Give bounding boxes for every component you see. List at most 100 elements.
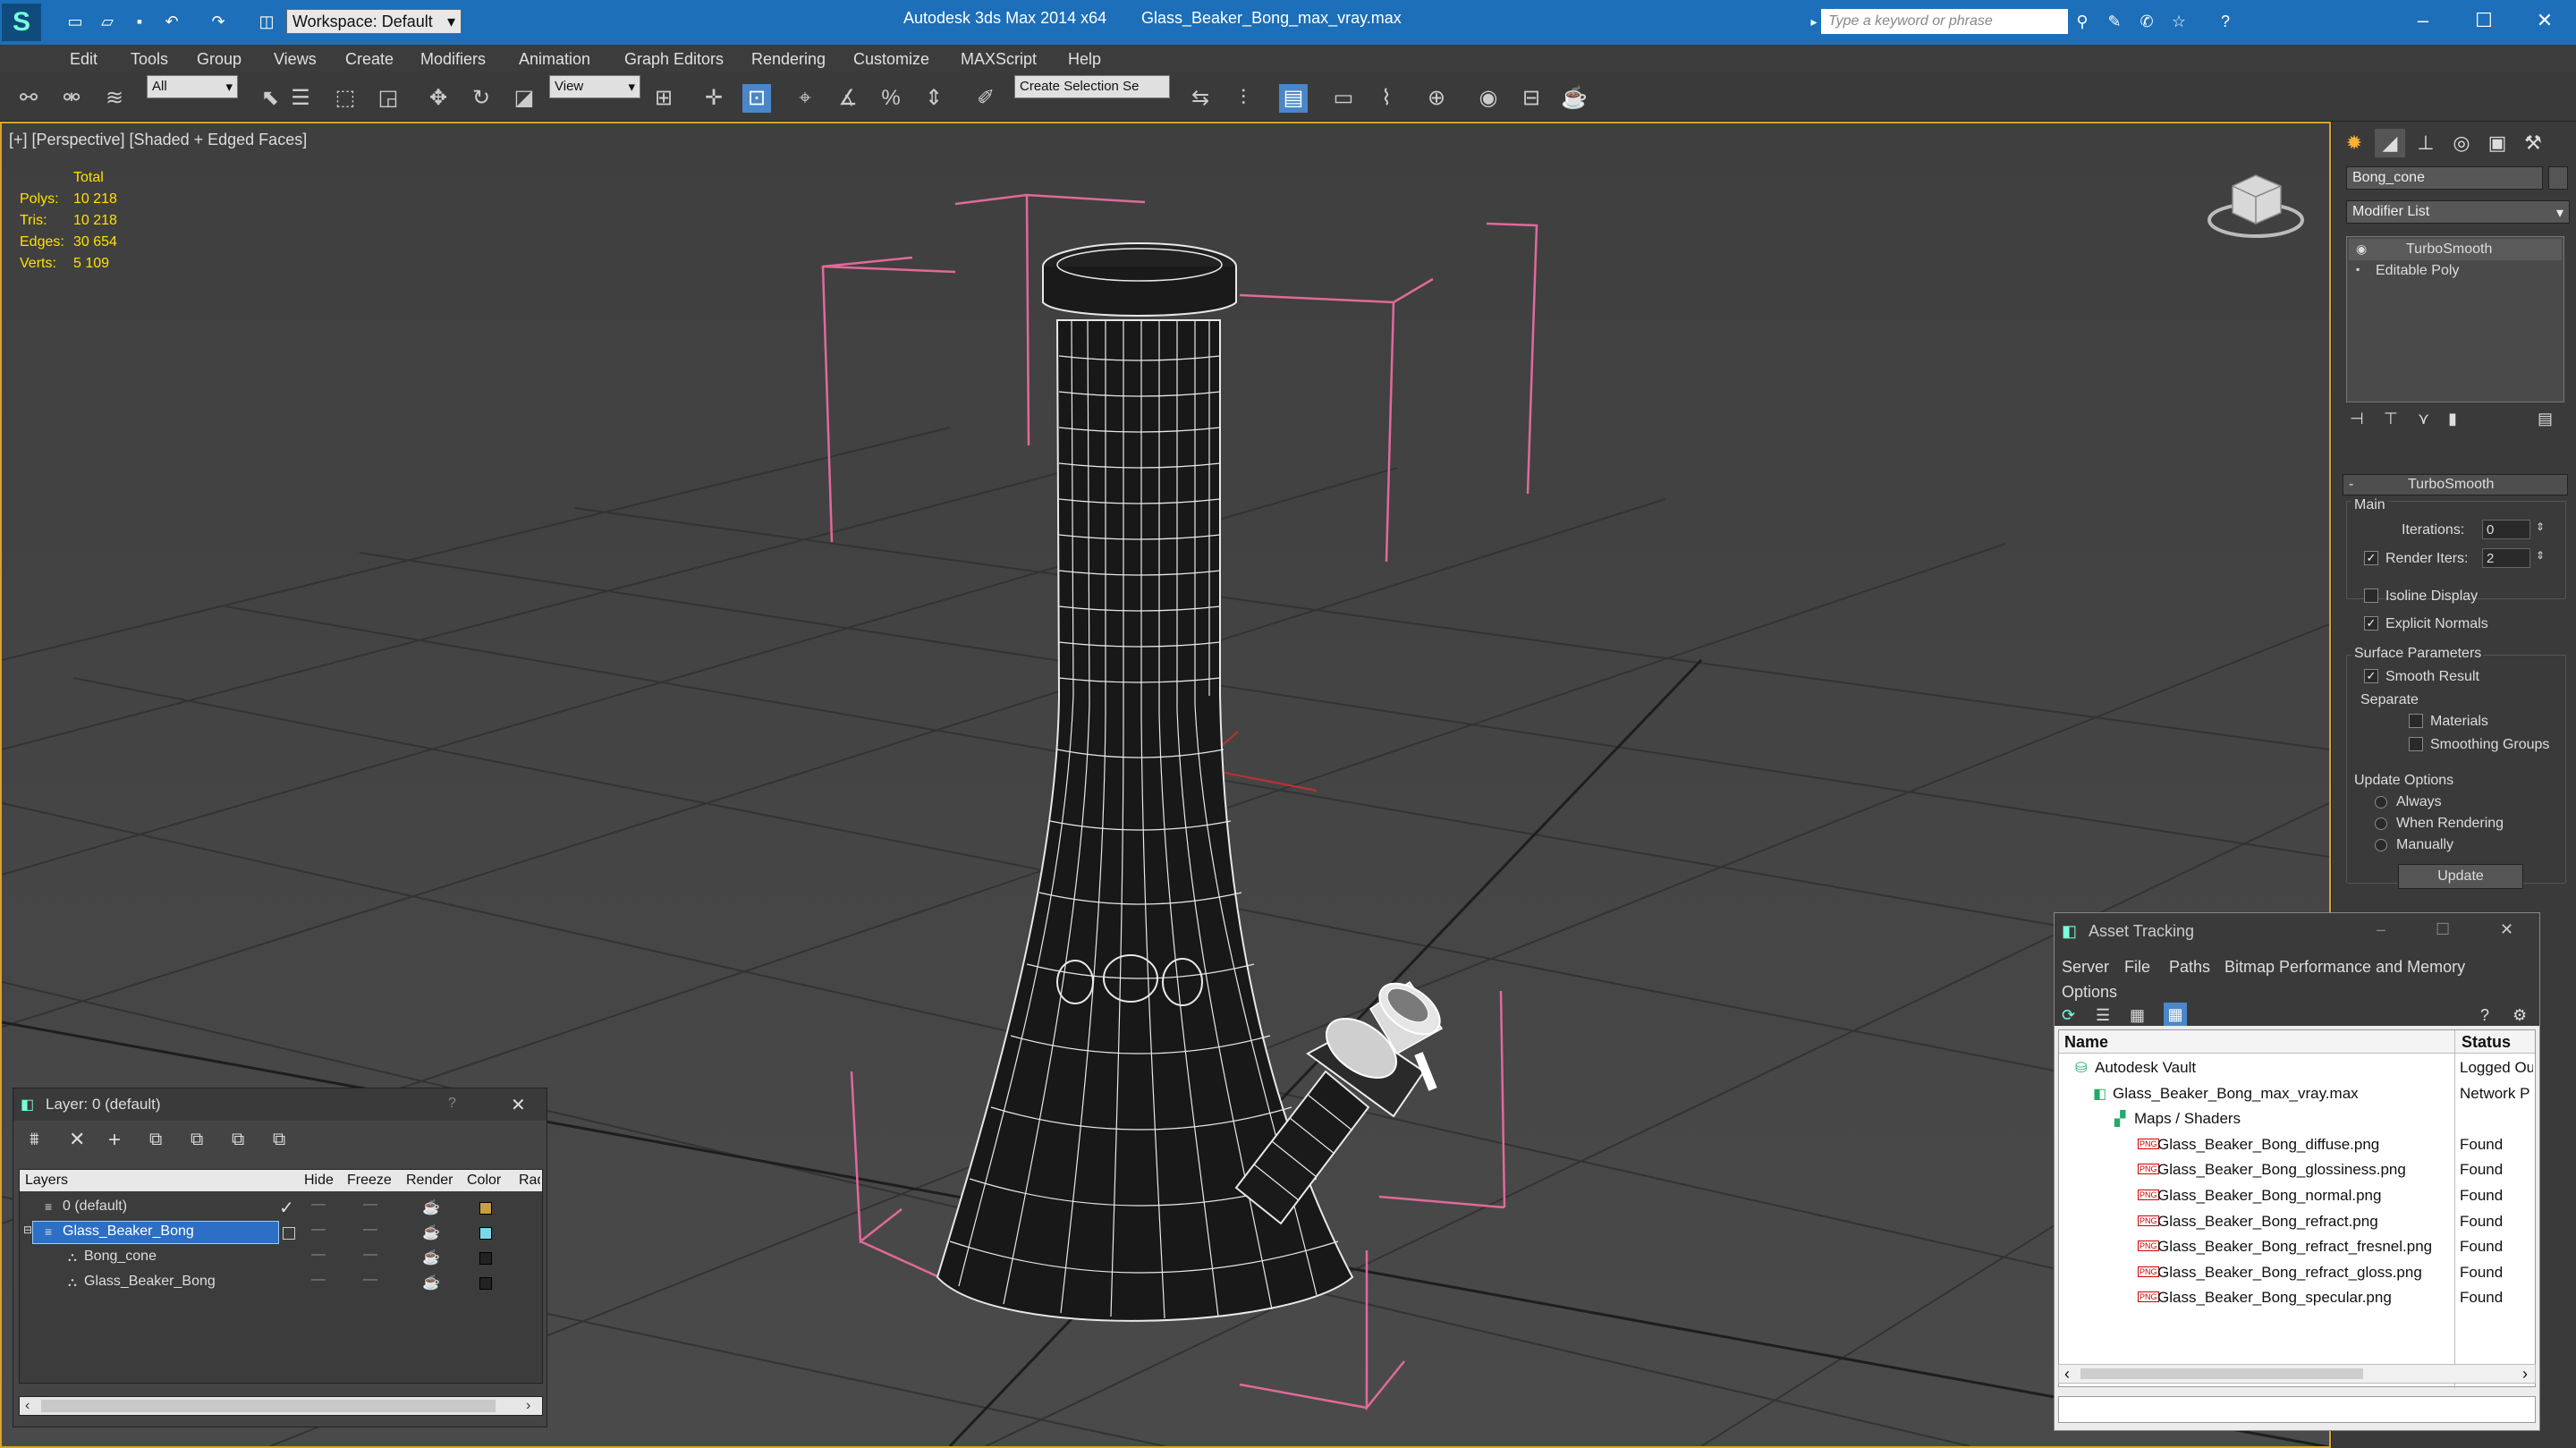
freeze-toggle[interactable]: — xyxy=(363,1247,377,1263)
configure-modifier-sets-icon[interactable]: ▤ xyxy=(2538,410,2553,428)
bind-space-warp-icon[interactable]: ≋ xyxy=(100,84,129,113)
hide-toggle[interactable]: — xyxy=(311,1222,326,1238)
active-layer-box[interactable] xyxy=(283,1227,295,1240)
scroll-left-icon[interactable]: ‹ xyxy=(2064,1365,2070,1384)
show-end-result-icon[interactable]: ⊤ xyxy=(2384,410,2398,428)
refresh-icon[interactable]: ⟳ xyxy=(2062,1006,2075,1025)
workspace-dropdown[interactable]: Workspace: Default ▾ xyxy=(286,9,462,34)
render-icon[interactable]: ☕ xyxy=(1560,84,1589,113)
keyboard-shortcut-override-icon[interactable]: ⊡ xyxy=(742,84,771,113)
teapot-icon[interactable]: ☕ xyxy=(422,1274,440,1291)
layer-color-swatch[interactable] xyxy=(479,1252,492,1265)
column-header-hide[interactable]: Hide xyxy=(304,1173,334,1189)
column-header-status[interactable]: Status xyxy=(2462,1033,2511,1052)
asset-row[interactable]: ◧ Glass_Beaker_Bong_max_vray.max Network P xyxy=(2059,1081,2535,1106)
undo-icon[interactable]: ↶ xyxy=(161,11,182,32)
asset-row[interactable]: PNG Glass_Beaker_Bong_refract_gloss.png Fo… xyxy=(2059,1260,2535,1285)
menu-edit[interactable]: Edit xyxy=(70,50,97,69)
detail-view-icon[interactable]: ▦ xyxy=(2130,1006,2145,1025)
scroll-right-icon[interactable]: › xyxy=(526,1398,530,1414)
turbosmooth-rollout-header[interactable]: - TurboSmooth xyxy=(2343,474,2568,495)
rectangular-selection-icon[interactable]: ⬚ xyxy=(331,84,360,113)
render-iters-spinner[interactable]: 2 xyxy=(2482,548,2530,568)
minimize-icon[interactable]: – xyxy=(2410,7,2436,34)
motion-tab-icon[interactable]: ◎ xyxy=(2446,129,2477,157)
hide-toggle[interactable]: — xyxy=(311,1197,326,1213)
when-rendering-radio[interactable] xyxy=(2375,817,2387,830)
window-crossing-icon[interactable]: ◲ xyxy=(374,84,402,113)
column-header-render[interactable]: Render xyxy=(406,1173,453,1189)
active-layer-check-icon[interactable]: ✓ xyxy=(279,1197,294,1219)
menu-rendering[interactable]: Rendering xyxy=(751,50,826,69)
always-radio[interactable] xyxy=(2375,796,2387,809)
modifier-list-dropdown[interactable]: Modifier List ▾ xyxy=(2346,200,2570,224)
layer-row[interactable]: ⊟ ≡ Glass_Beaker_Bong — — ☕ xyxy=(20,1220,542,1245)
menu-file[interactable]: File xyxy=(2124,958,2150,977)
freeze-all-layers-icon[interactable]: ⧉ xyxy=(273,1130,285,1150)
materials-checkbox[interactable] xyxy=(2409,714,2423,728)
maximize-icon[interactable]: ☐ xyxy=(2436,920,2450,939)
favorites-star-icon[interactable]: ☆ xyxy=(2168,11,2190,32)
scroll-right-icon[interactable]: › xyxy=(2522,1365,2528,1384)
scale-icon[interactable]: ◪ xyxy=(510,84,538,113)
freeze-toggle[interactable]: — xyxy=(363,1272,377,1288)
teapot-icon[interactable]: ☕ xyxy=(422,1224,440,1241)
select-by-name-icon[interactable]: ☰ xyxy=(286,84,315,113)
maximize-icon[interactable]: ☐ xyxy=(2470,7,2497,34)
save-file-icon[interactable]: ▪ xyxy=(129,11,150,32)
rotate-icon[interactable]: ↻ xyxy=(467,84,496,113)
app-logo-icon[interactable]: S xyxy=(2,4,41,41)
menu-graph-editors[interactable]: Graph Editors xyxy=(624,50,724,69)
menu-options[interactable]: Options xyxy=(2062,983,2117,1002)
viewport-label[interactable]: [+] [Perspective] [Shaded + Edged Faces] xyxy=(9,131,307,149)
asset-row[interactable]: PNG Glass_Beaker_Bong_diffuse.png Found xyxy=(2059,1132,2535,1157)
reference-coordinate-dropdown[interactable]: View ▾ xyxy=(549,75,640,98)
layer-row[interactable]: ≡ 0 (default) ✓ — — ☕ xyxy=(20,1195,542,1220)
help-icon[interactable]: ? xyxy=(2215,11,2236,32)
menu-tools[interactable]: Tools xyxy=(131,50,168,69)
table-view-icon[interactable]: ▦ xyxy=(2164,1003,2187,1026)
close-icon[interactable]: ✕ xyxy=(511,1094,526,1116)
asset-row[interactable]: PNG Glass_Beaker_Bong_normal.png Found xyxy=(2059,1183,2535,1208)
bulb-icon[interactable]: ◉ xyxy=(2356,241,2367,257)
highlight-layer-icon[interactable]: ⧉ xyxy=(191,1130,203,1150)
menu-help[interactable]: Help xyxy=(1068,50,1101,69)
explicit-normals-checkbox[interactable]: ✓ xyxy=(2364,616,2378,631)
layer-color-swatch[interactable] xyxy=(479,1202,492,1215)
layer-color-swatch[interactable] xyxy=(479,1277,492,1290)
scroll-thumb[interactable] xyxy=(41,1400,496,1412)
subscription-icon[interactable]: ✎ xyxy=(2104,11,2125,32)
curve-editor-icon[interactable]: ⌇ xyxy=(1372,84,1401,113)
hierarchy-tab-icon[interactable]: ⊥ xyxy=(2411,129,2441,157)
render-iters-checkbox[interactable]: ✓ xyxy=(2364,551,2378,565)
menu-group[interactable]: Group xyxy=(197,50,242,69)
open-file-icon[interactable]: ▱ xyxy=(97,11,118,32)
plus-icon[interactable]: ▪ xyxy=(2356,263,2360,275)
stack-item-editable-poly[interactable]: ▪ Editable Poly xyxy=(2349,260,2562,282)
list-view-icon[interactable]: ☰ xyxy=(2096,1006,2110,1025)
move-icon[interactable]: ✥ xyxy=(424,84,453,113)
remove-modifier-icon[interactable]: ▮ xyxy=(2448,410,2457,428)
column-header-radiosity[interactable]: Rad xyxy=(519,1173,540,1189)
display-tab-icon[interactable]: ▣ xyxy=(2482,129,2512,157)
stack-item-turbosmooth[interactable]: ◉ TurboSmooth xyxy=(2349,239,2562,260)
mirror-icon[interactable]: ⇆ xyxy=(1186,84,1215,113)
make-unique-icon[interactable]: ⋎ xyxy=(2418,410,2429,428)
add-to-layer-icon[interactable]: + xyxy=(108,1128,121,1153)
freeze-toggle[interactable]: — xyxy=(363,1197,377,1213)
minimize-icon[interactable]: – xyxy=(2377,920,2385,939)
freeze-toggle[interactable]: — xyxy=(363,1222,377,1238)
delete-layer-icon[interactable]: ✕ xyxy=(69,1128,85,1151)
asset-tracking-title-bar[interactable]: ◧ Asset Tracking – ☐ ✕ xyxy=(2055,913,2539,951)
modify-tab-icon[interactable]: ◢ xyxy=(2375,129,2405,157)
layer-horizontal-scrollbar[interactable]: ‹ › xyxy=(19,1396,543,1416)
collapse-icon[interactable]: ⊟ xyxy=(23,1224,32,1236)
column-header-name[interactable]: Name xyxy=(2064,1033,2108,1052)
teapot-icon[interactable]: ☕ xyxy=(422,1198,440,1216)
menu-modifiers[interactable]: Modifiers xyxy=(420,50,486,69)
menu-maxscript[interactable]: MAXScript xyxy=(961,50,1037,69)
named-selection-set-dropdown[interactable]: Create Selection Se xyxy=(1014,75,1170,98)
pin-stack-icon[interactable]: ⊣ xyxy=(2350,410,2364,428)
asset-row[interactable]: PNG Glass_Beaker_Bong_refract.png Found xyxy=(2059,1209,2535,1234)
search-input[interactable]: Type a keyword or phrase xyxy=(1821,9,2068,34)
